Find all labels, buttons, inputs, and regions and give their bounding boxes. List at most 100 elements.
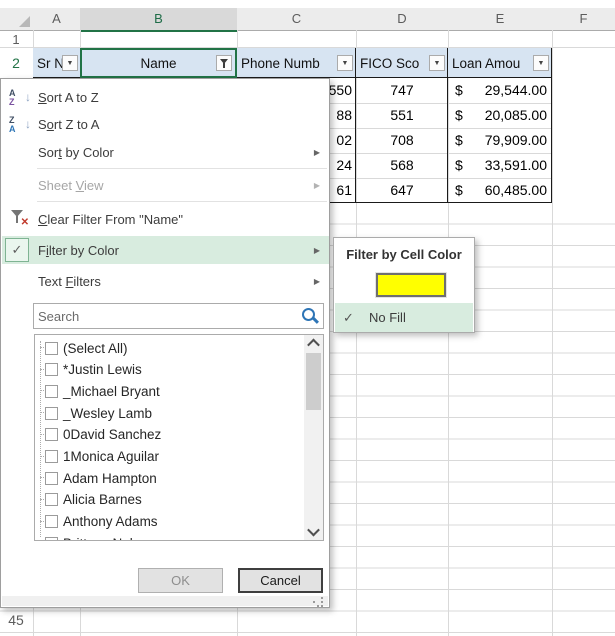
fico-cell[interactable]: 747	[356, 78, 448, 103]
header-cell-name-selected[interactable]: Name	[80, 48, 237, 78]
table-border	[355, 48, 356, 203]
checkbox[interactable]	[45, 515, 58, 528]
checkbox[interactable]	[45, 407, 58, 420]
loan-cell[interactable]: $29,544.00	[448, 78, 552, 103]
header-cell-sr-no[interactable]: Sr N ▼	[33, 48, 80, 78]
currency-symbol: $	[455, 103, 463, 128]
currency-symbol: $	[455, 128, 463, 153]
fico-cell[interactable]: 647	[356, 178, 448, 203]
header-cell-loan[interactable]: Loan Amou ▼	[448, 48, 552, 78]
list-item[interactable]: Anthony Adams	[35, 511, 303, 533]
chevron-down-icon: ▼	[342, 60, 349, 67]
column-header-e[interactable]: E	[448, 8, 553, 31]
filter-values-list: (Select All) *Justin Lewis _Michael Brya…	[34, 334, 324, 541]
column-header-d[interactable]: D	[356, 8, 449, 31]
loan-filter-dropdown-button[interactable]: ▼	[533, 55, 549, 71]
list-item-label: _Michael Bryant	[63, 384, 160, 399]
menu-item-label: Sheet View	[38, 178, 104, 193]
list-item[interactable]: Adam Hampton	[35, 467, 303, 489]
list-item[interactable]: 0David Sanchez	[35, 424, 303, 446]
list-scrollbar[interactable]	[304, 335, 323, 540]
chevron-up-icon	[307, 339, 320, 352]
scroll-down-button[interactable]	[304, 523, 323, 540]
name-filter-active-button[interactable]	[216, 55, 232, 71]
ok-button[interactable]: OK	[138, 568, 223, 593]
cancel-button[interactable]: Cancel	[238, 568, 323, 593]
list-item[interactable]: _Michael Bryant	[35, 380, 303, 402]
excel-window: A B C D E F 1 2 45 Sr N ▼ Name Phone Num…	[0, 0, 615, 636]
menu-item-sort-by-color[interactable]: Sort by Color ▶	[2, 139, 329, 165]
scrollbar-thumb[interactable]	[306, 353, 321, 410]
column-header-b[interactable]: B	[80, 8, 238, 32]
checkbox[interactable]	[45, 342, 58, 355]
select-all-triangle-icon	[19, 16, 30, 27]
clear-filter-icon: ✕	[9, 209, 29, 226]
fico-cell[interactable]: 708	[356, 128, 448, 153]
scroll-up-button[interactable]	[304, 335, 323, 352]
gridline	[552, 30, 553, 636]
menu-item-clear-filter[interactable]: ✕ Clear Filter From "Name"	[2, 205, 329, 233]
menu-item-label: Clear Filter From "Name"	[38, 212, 183, 227]
header-cell-phone[interactable]: Phone Numb ▼	[237, 48, 356, 78]
header-label-phone: Phone Numb	[237, 56, 320, 71]
menu-separator	[37, 201, 327, 202]
search-input[interactable]	[34, 304, 304, 328]
no-fill-option[interactable]: ✓ No Fill	[335, 303, 473, 332]
checkbox[interactable]	[45, 385, 58, 398]
checkbox[interactable]	[45, 450, 58, 463]
list-item[interactable]: *Justin Lewis	[35, 359, 303, 381]
header-label-name: Name	[140, 56, 176, 71]
menu-item-text-filters[interactable]: Text Filters ▶	[2, 268, 329, 294]
list-item-label: _Wesley Lamb	[63, 406, 152, 421]
row-number-1[interactable]: 1	[0, 30, 32, 48]
menu-item-label: Sort by Color	[38, 145, 114, 160]
menu-item-sort-a-to-z[interactable]: AZ ↓ Sort A to Z	[2, 84, 329, 111]
name-filter-dropdown-menu: AZ ↓ Sort A to Z ZA ↓ Sort Z to A Sort b…	[0, 78, 330, 608]
header-label-fico: FICO Sco	[356, 56, 419, 71]
menu-item-label: Filter by Color	[38, 243, 119, 258]
list-item-label: 1Monica Aguilar	[63, 449, 159, 464]
sort-az-icon: AZ ↓	[9, 89, 31, 106]
list-item-label: Anthony Adams	[63, 514, 158, 529]
chevron-down-icon: ▼	[538, 60, 545, 67]
loan-cell[interactable]: $60,485.00	[448, 178, 552, 203]
list-item[interactable]: Brittany Nolan	[35, 532, 303, 541]
header-cell-fico[interactable]: FICO Sco ▼	[356, 48, 448, 78]
list-item[interactable]: Alicia Barnes	[35, 489, 303, 511]
fico-cell[interactable]: 568	[356, 153, 448, 178]
menu-item-filter-by-color[interactable]: ✓ Filter by Color ▶	[2, 236, 329, 264]
loan-cell[interactable]: $20,085.00	[448, 103, 552, 128]
color-swatch[interactable]	[376, 273, 446, 297]
currency-symbol: $	[455, 78, 463, 103]
checkbox[interactable]	[45, 537, 58, 541]
row-number-2[interactable]: 2	[0, 48, 32, 78]
select-all-corner[interactable]	[0, 8, 34, 31]
column-header-c[interactable]: C	[237, 8, 357, 31]
column-header-f[interactable]: F	[552, 8, 615, 31]
checked-state-icon: ✓	[5, 238, 29, 262]
menu-item-label: Sort A to Z	[38, 90, 99, 105]
resize-grip-icon[interactable]	[313, 601, 315, 603]
loan-amount: 60,485.00	[485, 178, 547, 203]
checkbox[interactable]	[45, 472, 58, 485]
loan-cell[interactable]: $79,909.00	[448, 128, 552, 153]
chevron-down-icon: ▼	[434, 60, 441, 67]
phone-filter-dropdown-button[interactable]: ▼	[337, 55, 353, 71]
search-icon[interactable]	[301, 307, 319, 325]
list-item[interactable]: _Wesley Lamb	[35, 402, 303, 424]
checkbox[interactable]	[45, 428, 58, 441]
checkbox[interactable]	[45, 493, 58, 506]
column-header-a[interactable]: A	[33, 8, 81, 31]
fico-filter-dropdown-button[interactable]: ▼	[429, 55, 445, 71]
checkbox[interactable]	[45, 363, 58, 376]
menu-item-sort-z-to-a[interactable]: ZA ↓ Sort Z to A	[2, 111, 329, 138]
list-item-select-all[interactable]: (Select All)	[35, 337, 303, 359]
fico-cell[interactable]: 551	[356, 103, 448, 128]
list-item[interactable]: 1Monica Aguilar	[35, 446, 303, 468]
chevron-down-icon: ▼	[67, 60, 74, 67]
loan-amount: 20,085.00	[485, 103, 547, 128]
currency-symbol: $	[455, 153, 463, 178]
sr-filter-dropdown-button[interactable]: ▼	[62, 55, 78, 71]
menu-item-label: Text Filters	[38, 274, 101, 289]
loan-cell[interactable]: $33,591.00	[448, 153, 552, 178]
